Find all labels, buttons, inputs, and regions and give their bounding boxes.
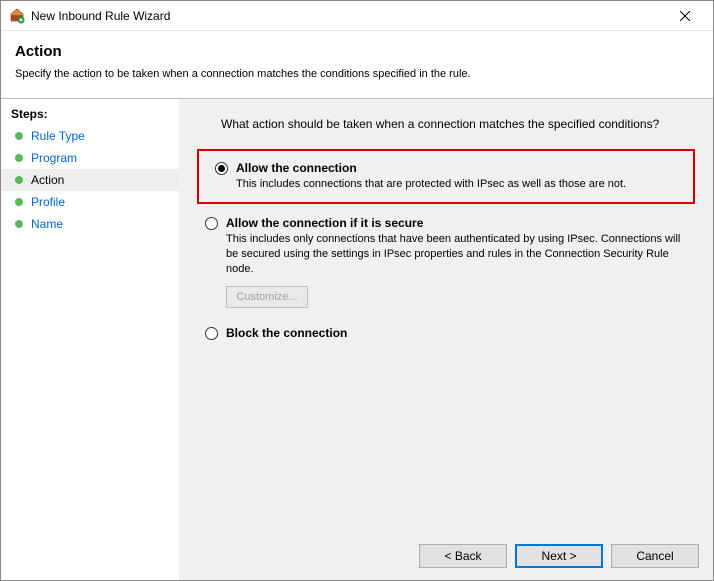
back-button[interactable]: < Back	[419, 544, 507, 568]
option-body: Allow the connection if it is secure Thi…	[226, 216, 687, 277]
sidebar-item-program[interactable]: Program	[1, 147, 179, 169]
option-body: Block the connection	[226, 326, 687, 340]
option-block[interactable]: Block the connection	[197, 322, 695, 344]
bullet-icon	[15, 132, 23, 140]
cancel-button[interactable]: Cancel	[611, 544, 699, 568]
customize-button: Customize...	[226, 286, 308, 308]
body: Steps: Rule Type Program Action Profile …	[1, 99, 713, 580]
sidebar-item-label: Profile	[31, 195, 65, 209]
sidebar-item-label: Rule Type	[31, 129, 85, 143]
close-button[interactable]	[665, 2, 705, 30]
firewall-icon	[9, 8, 25, 24]
titlebar: New Inbound Rule Wizard	[1, 1, 713, 31]
option-title: Allow the connection	[236, 161, 677, 175]
sidebar: Steps: Rule Type Program Action Profile …	[1, 99, 179, 580]
bullet-icon	[15, 220, 23, 228]
option-desc: This includes only connections that have…	[226, 232, 687, 277]
option-desc: This includes connections that are prote…	[236, 177, 677, 192]
footer-buttons: < Back Next > Cancel	[419, 544, 699, 568]
option-title: Allow the connection if it is secure	[226, 216, 687, 230]
sidebar-title: Steps:	[1, 105, 179, 125]
highlighted-option: Allow the connection This includes conne…	[197, 149, 695, 204]
window-title: New Inbound Rule Wizard	[31, 9, 665, 23]
option-allow[interactable]: Allow the connection This includes conne…	[207, 157, 685, 196]
sidebar-item-label: Name	[31, 217, 63, 231]
radio-allow[interactable]	[215, 162, 228, 175]
bullet-icon	[15, 176, 23, 184]
sidebar-item-profile[interactable]: Profile	[1, 191, 179, 213]
sidebar-item-label: Program	[31, 151, 77, 165]
page-subtitle: Specify the action to be taken when a co…	[15, 68, 699, 80]
radio-block[interactable]	[205, 327, 218, 340]
page-title: Action	[15, 43, 699, 60]
main-panel: What action should be taken when a conne…	[179, 99, 713, 580]
option-body: Allow the connection This includes conne…	[236, 161, 677, 192]
bullet-icon	[15, 154, 23, 162]
bullet-icon	[15, 198, 23, 206]
wizard-window: New Inbound Rule Wizard Action Specify t…	[0, 0, 714, 581]
next-button[interactable]: Next >	[515, 544, 603, 568]
option-title: Block the connection	[226, 326, 687, 340]
radio-allow-secure[interactable]	[205, 217, 218, 230]
header: Action Specify the action to be taken wh…	[1, 31, 713, 90]
sidebar-item-rule-type[interactable]: Rule Type	[1, 125, 179, 147]
sidebar-item-name[interactable]: Name	[1, 213, 179, 235]
sidebar-item-label: Action	[31, 173, 64, 187]
option-allow-secure[interactable]: Allow the connection if it is secure Thi…	[197, 212, 695, 281]
sidebar-item-action[interactable]: Action	[1, 169, 179, 191]
main-question: What action should be taken when a conne…	[221, 117, 695, 131]
